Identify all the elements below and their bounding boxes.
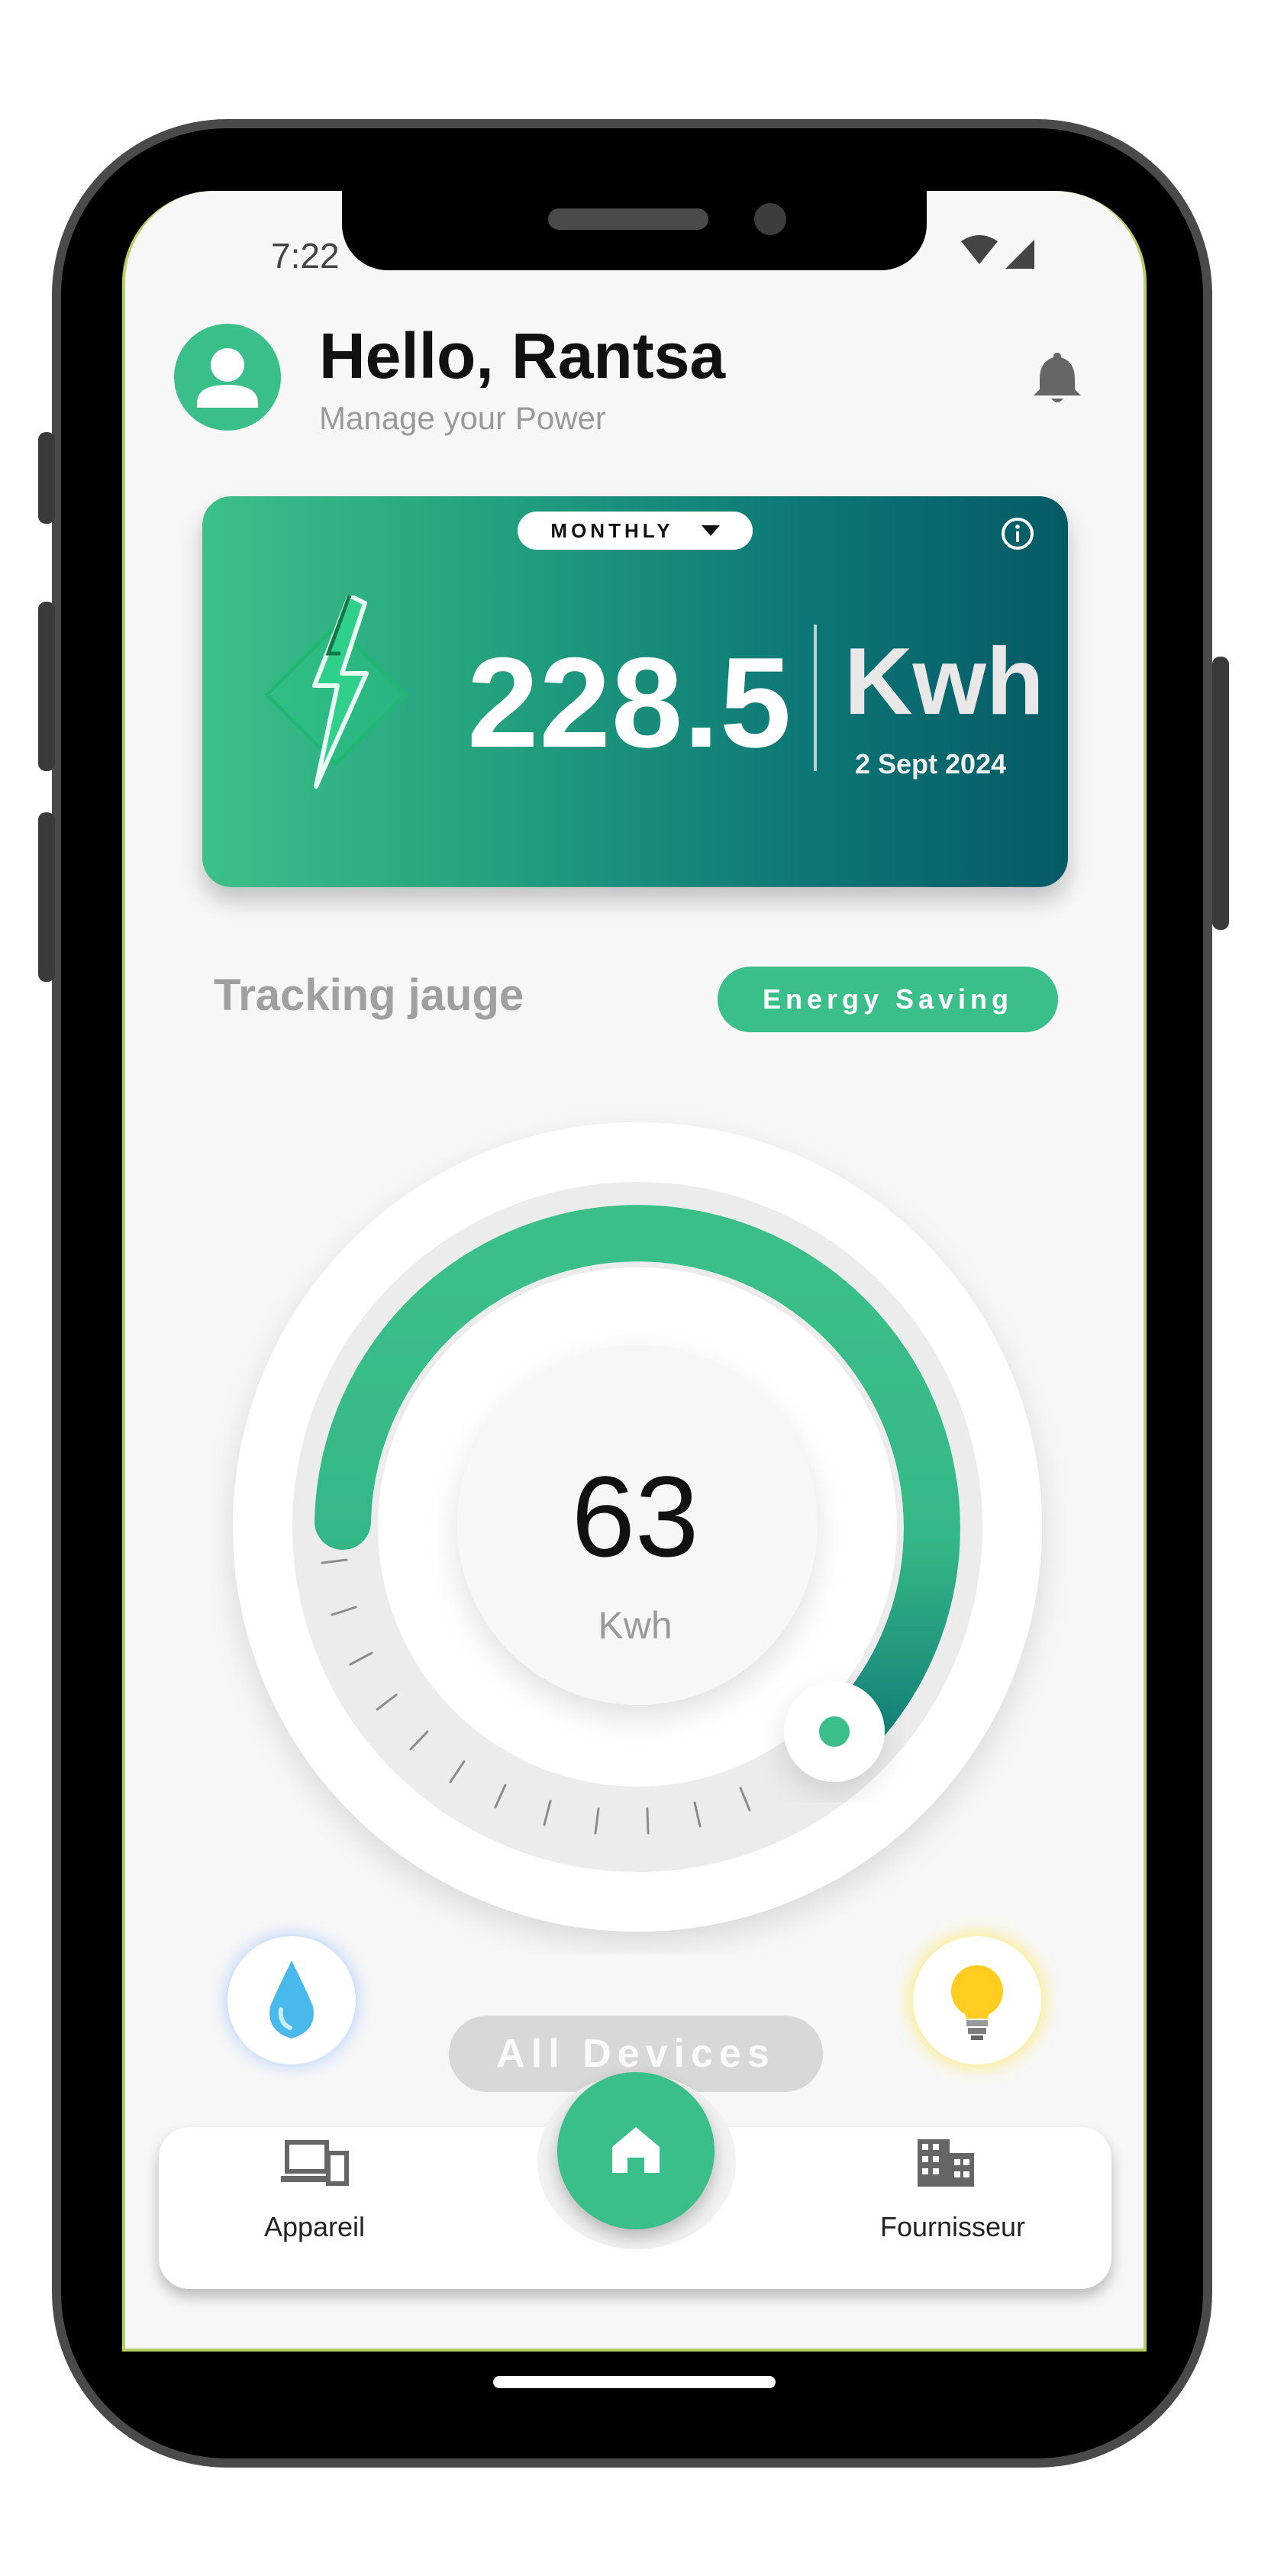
status-time: 7:22: [271, 236, 340, 276]
chevron-down-icon: [701, 525, 720, 536]
card-divider: [814, 625, 817, 771]
monthly-consumption-value: 228.5: [467, 631, 792, 774]
bell-icon[interactable]: [1031, 350, 1084, 406]
home-icon: [612, 2127, 660, 2173]
lightbulb-icon: [951, 1965, 1003, 2040]
lightning-icon: [264, 596, 408, 789]
building-icon[interactable]: [911, 2136, 980, 2190]
devices-icon[interactable]: [281, 2138, 350, 2191]
gauge-value: 63: [571, 1452, 699, 1580]
volume-up-button: [38, 602, 55, 771]
gauge-knob-dot: [819, 1716, 850, 1747]
consumption-date: 2 Sept 2024: [855, 748, 1007, 780]
profile-avatar[interactable]: [174, 324, 281, 431]
water-drop-icon: [269, 1961, 314, 2039]
water-button[interactable]: [227, 1936, 356, 2064]
info-icon[interactable]: [998, 515, 1037, 553]
nav-appareil[interactable]: Appareil: [200, 2211, 429, 2243]
home-indicator: [493, 2376, 776, 2388]
profile-icon: [197, 348, 258, 408]
energy-saving-button[interactable]: Energy Saving: [718, 967, 1058, 1032]
period-dropdown[interactable]: MONTHLY: [518, 512, 753, 550]
screen-edge: [122, 2348, 1147, 2352]
period-label: MONTHLY: [550, 518, 674, 542]
mute-switch: [38, 432, 55, 524]
home-button[interactable]: [557, 2072, 715, 2229]
power-button: [1212, 657, 1229, 930]
signal-wifi-icon: [961, 235, 1034, 269]
speaker: [548, 208, 708, 230]
volume-down-button: [38, 812, 55, 982]
front-camera: [754, 203, 786, 235]
gauge-unit: Kwh: [598, 1604, 673, 1647]
tracking-gauge-title: Tracking jauge: [214, 970, 524, 1020]
consumption-unit: Kwh: [844, 629, 1044, 734]
greeting-subtitle: Manage your Power: [319, 400, 606, 436]
greeting-title: Hello, Rantsa: [319, 320, 726, 392]
light-button[interactable]: [913, 1936, 1041, 2064]
nav-fournisseur[interactable]: Fournisseur: [838, 2211, 1067, 2243]
